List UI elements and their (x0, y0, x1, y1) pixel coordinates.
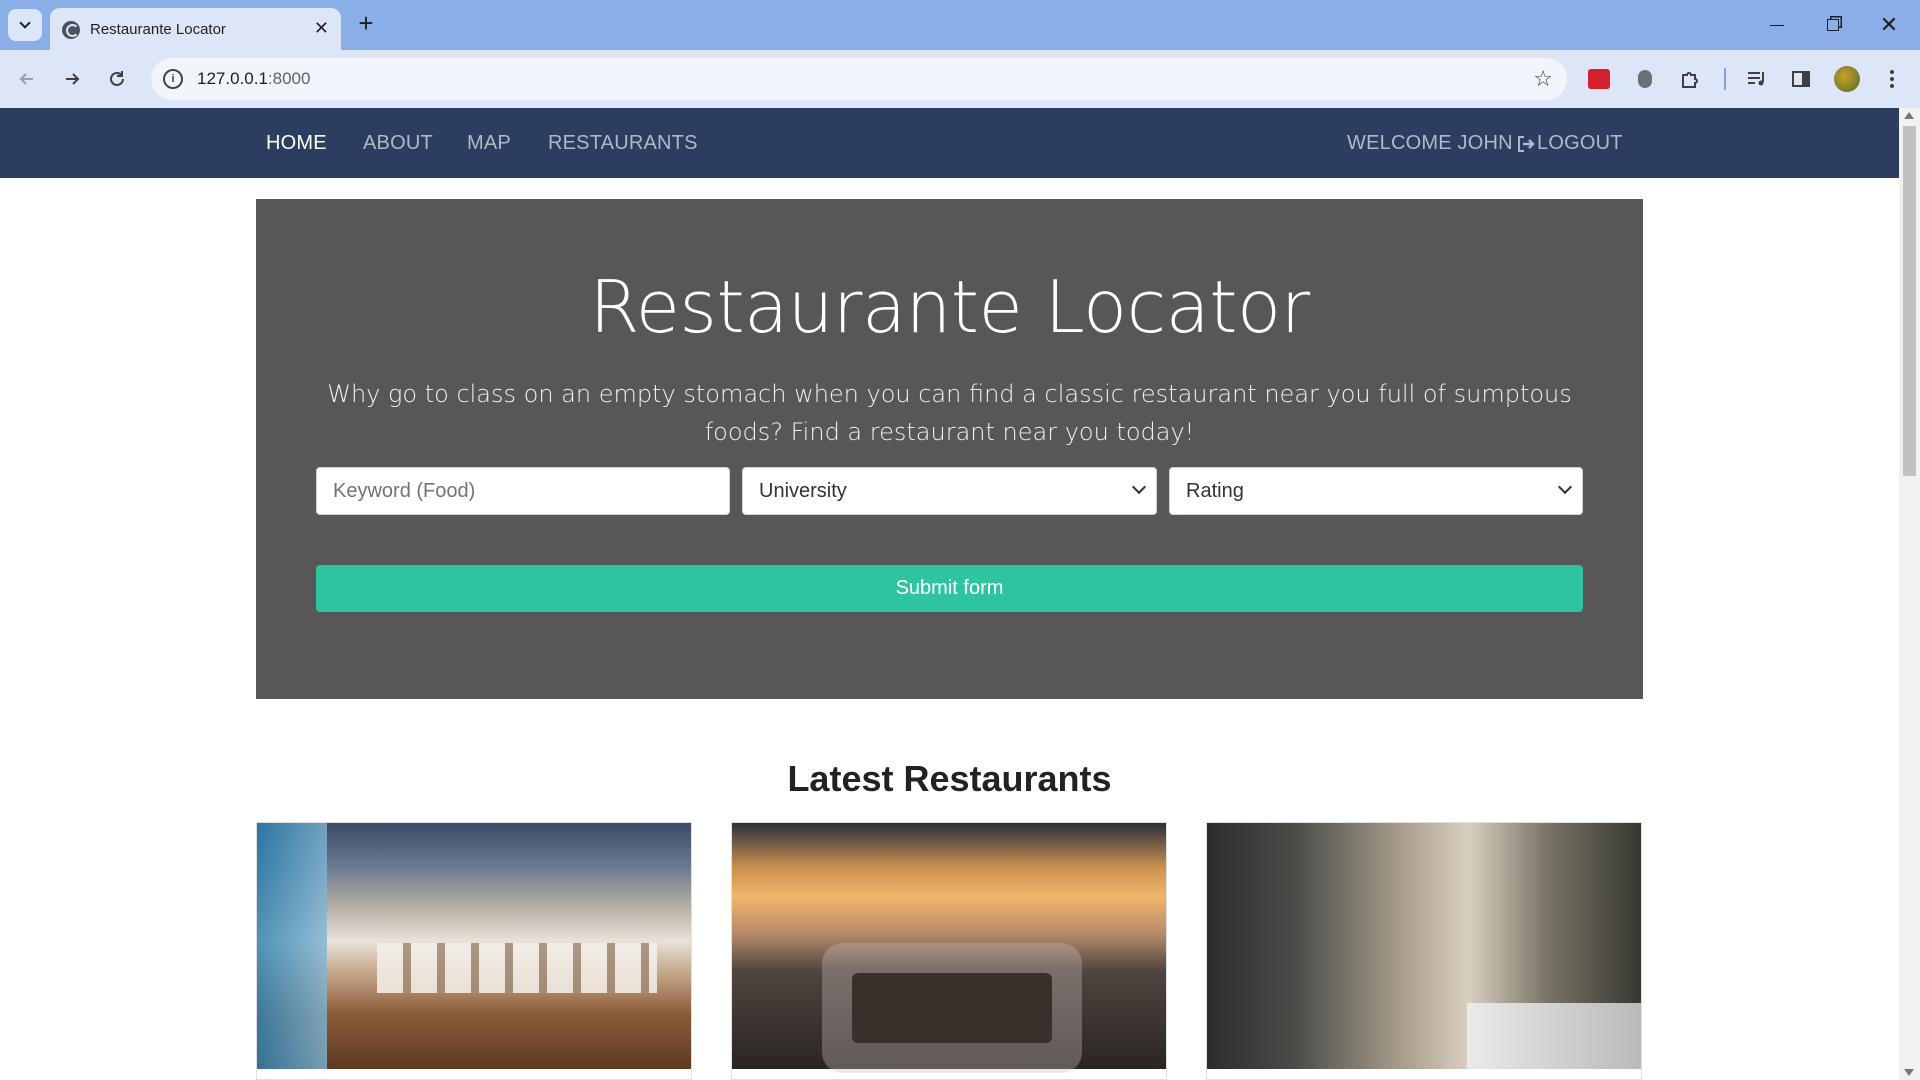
site-navbar: HOME ABOUT MAP RESTAURANTS WELCOME JOHN … (0, 108, 1899, 178)
tab-title: Restaurante Locator (90, 21, 226, 38)
latest-restaurants-heading: Latest Restaurants (787, 758, 1112, 799)
close-window-button[interactable]: ✕ (1869, 10, 1909, 40)
scroll-down-icon[interactable] (1904, 1069, 1914, 1076)
keyword-placeholder: Keyword (Food) (333, 480, 476, 502)
url-port: :8000 (267, 69, 311, 88)
page-scrollbar[interactable] (1899, 108, 1920, 1080)
restaurant-card[interactable] (731, 822, 1167, 1080)
url-host: 127.0.0.1 (197, 69, 268, 88)
bookmark-star-icon[interactable]: ☆ (1533, 66, 1553, 92)
extension-red-icon[interactable] (1586, 66, 1612, 92)
minimize-icon (1770, 24, 1784, 26)
tab-active[interactable]: Restaurante Locator ✕ (50, 8, 341, 50)
rating-select[interactable]: Rating (1169, 467, 1583, 515)
chevron-down-icon (19, 17, 31, 29)
restaurant-card[interactable] (1206, 822, 1642, 1080)
restore-button[interactable] (1813, 10, 1853, 40)
address-bar[interactable]: i 127.0.0.1:8000 ☆ (151, 58, 1567, 100)
chevron-down-icon (1131, 479, 1147, 495)
close-icon: ✕ (1879, 12, 1899, 37)
hero-jumbotron: Restaurante Locator Why go to class on a… (256, 199, 1643, 699)
page-viewport: HOME ABOUT MAP RESTAURANTS WELCOME JOHN … (0, 108, 1899, 1080)
keyword-input[interactable]: Keyword (Food) (316, 467, 730, 515)
profile-avatar-icon[interactable] (1834, 66, 1860, 92)
tab-close-icon[interactable]: ✕ (314, 17, 329, 39)
menu-kebab-icon[interactable] (1879, 66, 1905, 92)
chevron-down-icon (1557, 479, 1573, 495)
rating-select-value: Rating (1186, 480, 1244, 502)
submit-button[interactable]: Submit form (316, 565, 1583, 612)
logout-icon (1518, 135, 1535, 152)
extensions-puzzle-icon[interactable] (1677, 66, 1703, 92)
welcome-text: WELCOME JOHN (1347, 132, 1513, 154)
nav-restaurants[interactable]: RESTAURANTS (548, 132, 698, 155)
university-select[interactable]: University (742, 467, 1157, 515)
restaurant-photo (732, 823, 1166, 1069)
restore-icon (1827, 19, 1839, 31)
back-icon[interactable] (12, 64, 42, 94)
restaurant-photo (257, 823, 691, 1069)
extension-bug-icon[interactable] (1632, 66, 1658, 92)
tab-strip: Restaurante Locator ✕ + ✕ (0, 0, 1920, 50)
globe-favicon-icon (62, 21, 80, 39)
university-select-value: University (759, 480, 847, 502)
url-text: 127.0.0.1:8000 (197, 69, 310, 89)
logout-label: LOGOUT (1537, 132, 1623, 154)
hero-title: Restaurante Locator (589, 265, 1310, 349)
nav-home[interactable]: HOME (266, 132, 327, 155)
restaurant-photo (1207, 823, 1641, 1069)
side-panel-icon[interactable] (1788, 66, 1814, 92)
site-info-icon[interactable]: i (163, 69, 183, 89)
toolbar-divider (1724, 68, 1726, 90)
nav-map[interactable]: MAP (467, 132, 511, 155)
minimize-button[interactable] (1757, 10, 1797, 40)
forward-icon[interactable] (57, 64, 87, 94)
hero-lead: Why go to class on an empty stomach when… (327, 380, 1572, 446)
restaurant-card[interactable] (256, 822, 692, 1080)
reload-icon[interactable] (102, 64, 132, 94)
tab-search-button[interactable] (8, 9, 42, 41)
nav-about[interactable]: ABOUT (363, 132, 433, 155)
media-control-icon[interactable] (1744, 66, 1770, 92)
scrollbar-thumb[interactable] (1903, 126, 1916, 476)
scroll-up-icon[interactable] (1904, 112, 1914, 119)
new-tab-button[interactable]: + (352, 10, 380, 38)
logout-link[interactable]: LOGOUT (1516, 132, 1623, 155)
